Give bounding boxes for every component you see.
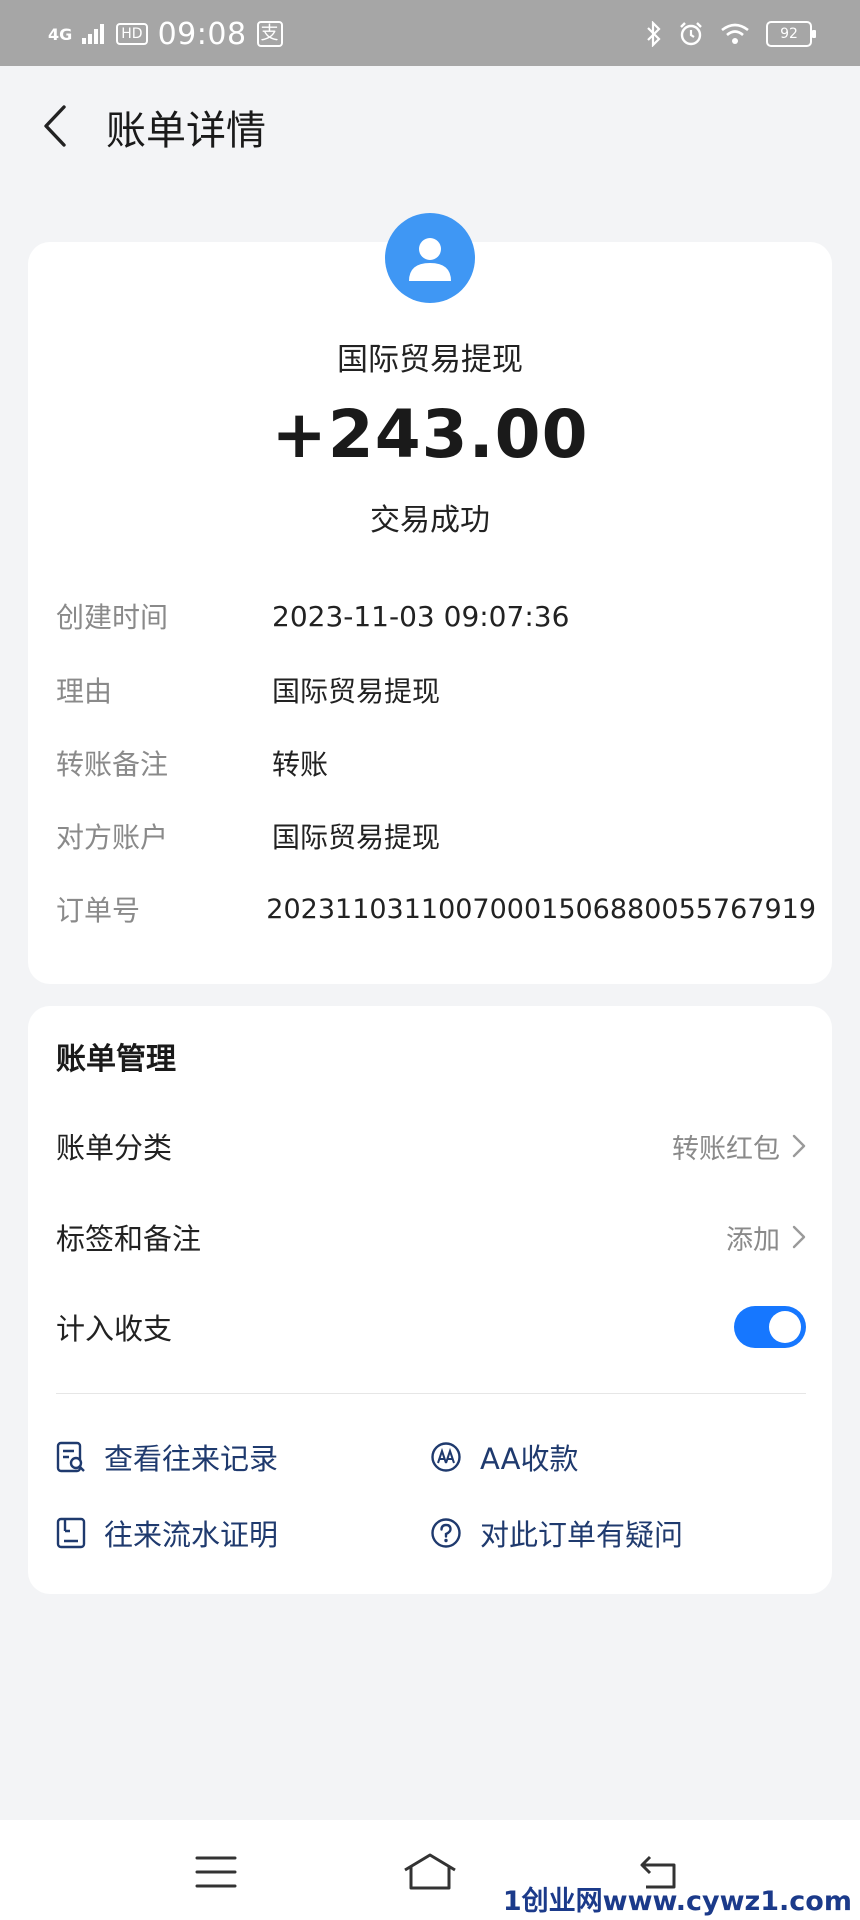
page-title: 账单详情	[106, 108, 266, 154]
count-in-toggle[interactable]	[734, 1306, 806, 1348]
transaction-status: 交易成功	[370, 503, 490, 538]
chevron-right-icon	[792, 1134, 806, 1158]
page-header: 账单详情	[0, 66, 860, 186]
detail-row-created-time: 创建时间 2023-11-03 09:07:36	[56, 594, 816, 638]
bluetooth-icon	[647, 21, 661, 47]
chevron-left-icon	[44, 105, 66, 147]
view-records-link[interactable]: 查看往来记录	[56, 1432, 278, 1482]
menu-button[interactable]	[186, 1850, 246, 1894]
user-icon	[409, 238, 451, 281]
battery-indicator: 92	[766, 21, 816, 47]
detail-label: 理由	[56, 675, 113, 708]
payee-name: 国际贸易提现	[337, 342, 523, 378]
bill-category-right: 转账红包	[672, 1127, 806, 1166]
avatar	[385, 213, 475, 303]
network-indicator: 4G	[48, 24, 73, 44]
detail-row-counterparty: 对方账户 国际贸易提现	[56, 814, 816, 858]
divider	[56, 1393, 806, 1394]
tags-notes-row[interactable]: 标签和备注 添加	[56, 1209, 806, 1265]
chevron-right-icon	[792, 1225, 806, 1249]
statement-proof-link[interactable]: 往来流水证明	[56, 1508, 278, 1558]
detail-value: 国际贸易提现	[272, 821, 441, 854]
tags-notes-label: 标签和备注	[56, 1222, 202, 1256]
detail-value: 国际贸易提现	[272, 675, 441, 708]
signal-icon	[82, 24, 105, 44]
aa-icon	[431, 1442, 461, 1472]
status-bar: 4G HD 09:08 支 92	[0, 0, 860, 66]
tags-notes-value: 添加	[726, 1224, 780, 1256]
order-question-link[interactable]: 对此订单有疑问	[430, 1508, 683, 1558]
aa-collect-label: AA收款	[480, 1442, 579, 1476]
count-in-row: 计入收支	[56, 1299, 806, 1355]
home-button[interactable]	[400, 1850, 460, 1894]
detail-label: 对方账户	[56, 821, 169, 854]
watermark-text: 1创业网www.cywz1.com	[502, 1886, 852, 1917]
question-icon	[431, 1518, 461, 1548]
hd-badge: HD	[116, 23, 148, 45]
detail-value: 2023-11-03 09:07:36	[272, 599, 570, 633]
detail-row-reason: 理由 国际贸易提现	[56, 668, 816, 712]
detail-label: 创建时间	[56, 601, 169, 634]
bill-category-value: 转账红包	[672, 1133, 780, 1165]
bill-category-row[interactable]: 账单分类 转账红包	[56, 1118, 806, 1174]
tags-notes-right: 添加	[726, 1218, 806, 1257]
menu-icon	[195, 1856, 237, 1888]
bill-category-label: 账单分类	[56, 1131, 173, 1165]
statement-proof-label: 往来流水证明	[104, 1518, 279, 1552]
system-nav-bar: 1创业网www.cywz1.com	[0, 1820, 860, 1920]
alarm-icon	[680, 22, 702, 46]
order-question-label: 对此订单有疑问	[480, 1518, 684, 1552]
detail-label: 订单号	[56, 894, 141, 927]
view-records-label: 查看往来记录	[104, 1442, 279, 1476]
home-icon	[404, 1853, 456, 1890]
detail-label: 转账备注	[56, 748, 169, 781]
detail-row-transfer-note: 转账备注 转账	[56, 741, 816, 785]
alipay-badge: 支	[256, 21, 283, 47]
detail-row-order-number: 订单号 20231103110070001506880055767919	[56, 887, 816, 931]
detail-value[interactable]: 20231103110070001506880055767919	[266, 894, 816, 925]
document-icon	[56, 1517, 86, 1549]
wifi-icon	[721, 23, 749, 44]
section-title: 账单管理	[56, 1042, 176, 1077]
transaction-amount: +243.00	[271, 396, 589, 473]
records-icon	[56, 1441, 85, 1473]
aa-collect-link[interactable]: AA收款	[430, 1432, 578, 1482]
count-in-label: 计入收支	[56, 1312, 173, 1346]
status-time: 09:08	[157, 16, 247, 52]
status-bar-left: 4G HD 09:08 支	[48, 14, 283, 54]
back-button[interactable]	[30, 96, 80, 156]
status-bar-right: 92	[646, 14, 816, 54]
detail-value: 转账	[272, 748, 329, 781]
